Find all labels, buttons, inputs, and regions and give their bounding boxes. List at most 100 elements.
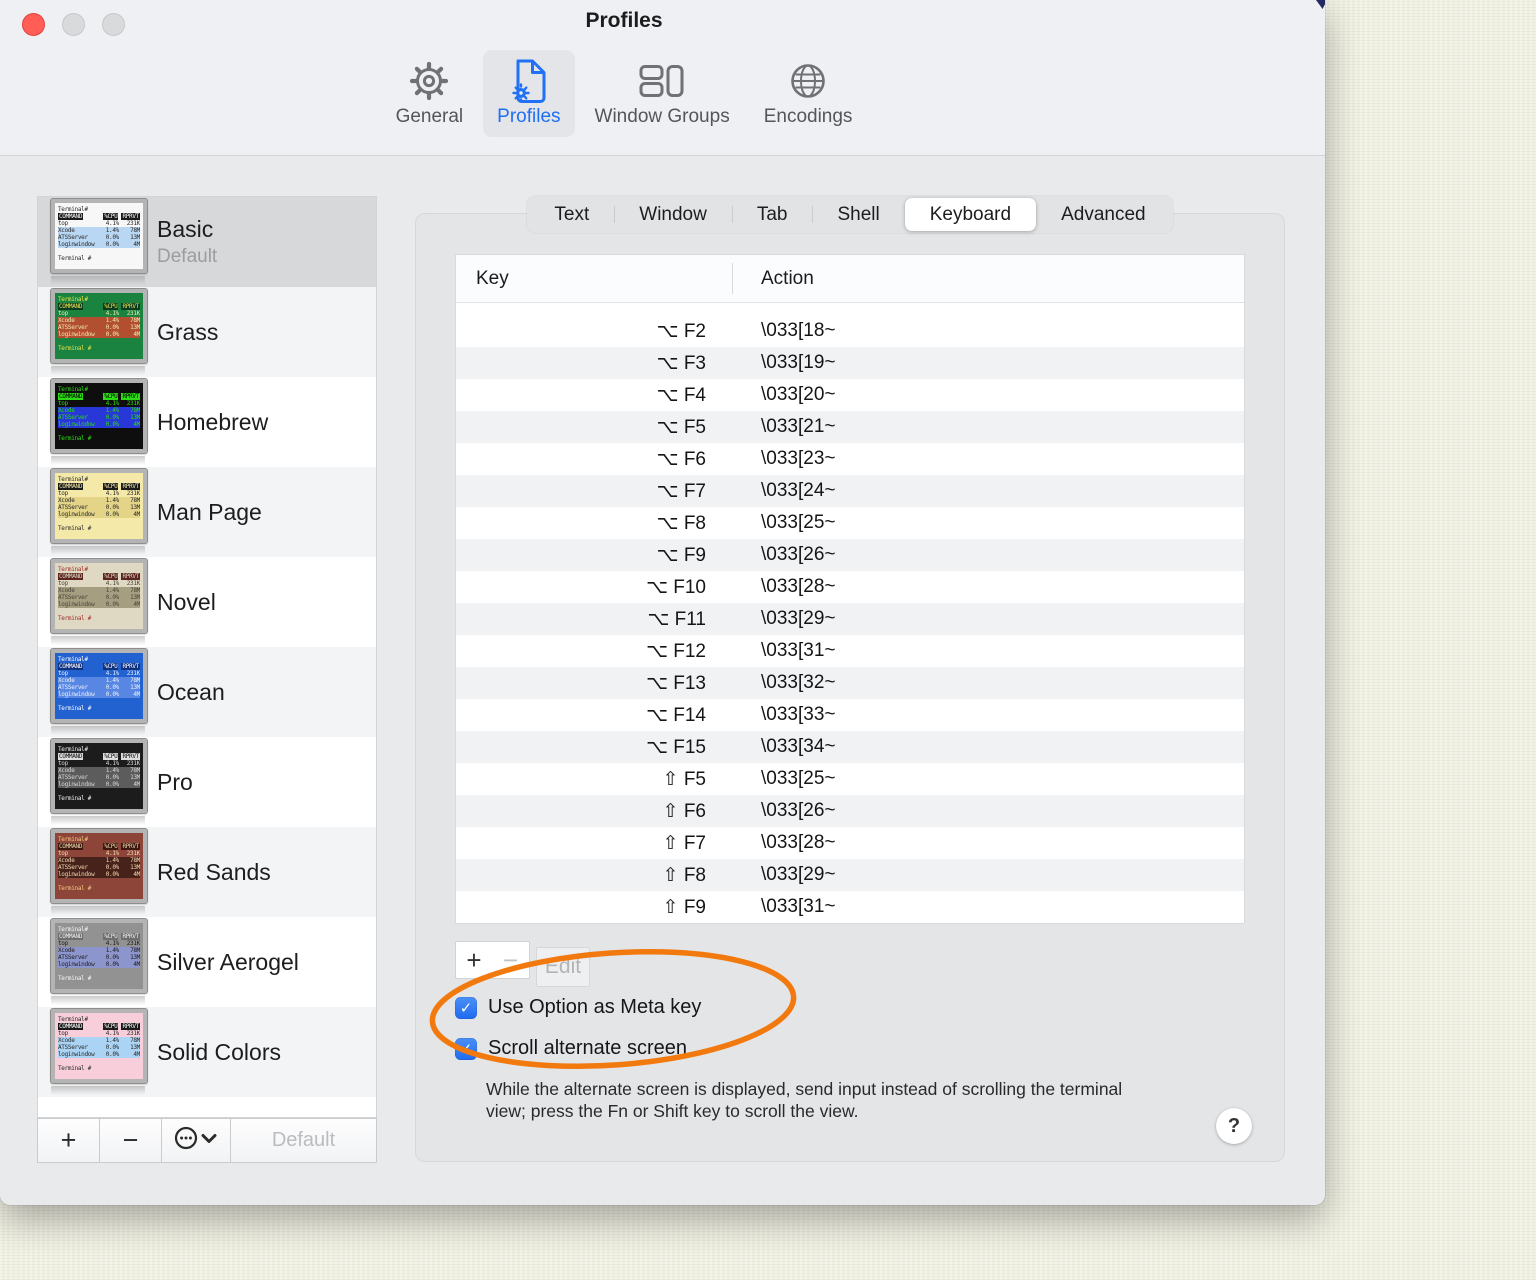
key-binding-row[interactable]: ⌥ F12 \033[31~ [456, 635, 1244, 667]
thumb-line: COMMAND %CPU RPRVT [58, 483, 140, 490]
thumb-line: loginwindow 0.0% 4M [58, 241, 140, 248]
key-binding-row[interactable]: ⌥ F8 \033[25~ [456, 507, 1244, 539]
thumb-cell: top [58, 490, 68, 497]
scroll-alternate-screen-footnote: While the alternate screen is displayed,… [486, 1079, 1123, 1121]
profile-texts: Ocean [157, 679, 225, 706]
profile-thumbnail: Terminal# COMMAND %CPU RPRVT top 4.1% 231K Xcod… [50, 738, 148, 825]
profile-row-solid-colors[interactable]: Terminal# COMMAND %CPU RPRVT top 4.1% 231K Xcod… [38, 1007, 376, 1097]
toolbar-item-label: Encodings [763, 106, 853, 127]
binding-action: \033[31~ [761, 896, 836, 917]
tab-advanced[interactable]: Advanced [1036, 198, 1171, 231]
key-binding-row[interactable]: ⌥ F10 \033[28~ [456, 571, 1244, 603]
thumb-line: top 4.1% 231K [58, 850, 140, 857]
profile-row-ocean[interactable]: Terminal# COMMAND %CPU RPRVT top 4.1% 231K Xcod… [38, 647, 376, 737]
key-binding-row[interactable]: ⌥ F3 \033[19~ [456, 347, 1244, 379]
profile-actions-menu-button[interactable] [162, 1119, 231, 1162]
thumb-line: ATSServer 0.0% 13M [58, 594, 140, 601]
toolbar-item-profiles[interactable]: Profiles [483, 50, 575, 137]
key-binding-row[interactable]: ⌥ F13 \033[32~ [456, 667, 1244, 699]
key-binding-row[interactable]: ⇧ F5 \033[25~ [456, 763, 1244, 795]
binding-action: \033[24~ [761, 480, 836, 501]
thumb-cell: Xcode [58, 767, 75, 774]
checkbox-use-option-as-meta-key[interactable]: ✓ Use Option as Meta key [455, 996, 701, 1019]
add-profile-button[interactable]: + [38, 1119, 100, 1162]
binding-action: \033[26~ [761, 544, 836, 565]
thumb-cell: ATSServer [58, 324, 88, 331]
profile-name: Man Page [157, 498, 262, 525]
checkmark-icon[interactable]: ✓ [455, 996, 477, 1019]
key-binding-row[interactable]: ⌥ F11 \033[29~ [456, 603, 1244, 635]
thumb-cell: 0.0% [105, 961, 119, 968]
toolbar-item-window-groups[interactable]: Window Groups [581, 50, 744, 137]
toolbar-item-encodings[interactable]: Encodings [750, 50, 867, 137]
thumb-text: Terminal# [58, 566, 88, 573]
thumb-cell: top [58, 1030, 68, 1037]
thumb-text: Terminal# [58, 206, 88, 213]
thumb-header-cell: RPRVT [121, 213, 140, 220]
key-binding-row[interactable]: ⌥ F7 \033[24~ [456, 475, 1244, 507]
thumb-cell: loginwindow [58, 1051, 95, 1058]
thumb-header-cell: COMMAND [58, 573, 84, 580]
profile-thumbnail: Terminal# COMMAND %CPU RPRVT top 4.1% 231K Xcod… [50, 558, 148, 645]
thumb-text: Terminal # [58, 345, 92, 352]
thumb-header-cell: %CPU [103, 393, 119, 400]
checkbox-scroll-alternate-screen[interactable]: ✓ Scroll alternate screen [455, 1037, 687, 1060]
profile-row-homebrew[interactable]: Terminal# COMMAND %CPU RPRVT top 4.1% 231K Xcod… [38, 377, 376, 467]
thumb-line: Terminal # [58, 525, 140, 532]
tab-shell[interactable]: Shell [812, 198, 904, 231]
thumb-header-cell: COMMAND [58, 1023, 84, 1030]
thumb-spacer [83, 843, 103, 850]
tab-text[interactable]: Text [529, 198, 614, 231]
set-default-profile-button[interactable]: Default [231, 1119, 376, 1162]
profiles-preferences-window: Profiles General Profiles Window Groups … [0, 0, 1325, 1205]
profile-name: Homebrew [157, 408, 269, 435]
toolbar-item-general[interactable]: General [382, 50, 478, 137]
key-binding-row[interactable]: ⌥ F9 \033[26~ [456, 539, 1244, 571]
key-binding-row[interactable]: ⇧ F8 \033[29~ [456, 859, 1244, 891]
key-binding-row[interactable]: ⌥ F14 \033[33~ [456, 699, 1244, 731]
remove-profile-button[interactable]: − [100, 1119, 162, 1162]
thumb-cell: 1.4% [105, 497, 119, 504]
thumb-text [58, 698, 140, 705]
thumb-line: loginwindow 0.0% 4M [58, 421, 140, 428]
thumb-line: Terminal # [58, 975, 140, 982]
key-binding-row[interactable]: ⌥ F6 \033[23~ [456, 443, 1244, 475]
checkbox-label: Use Option as Meta key [488, 996, 702, 1018]
checkmark-icon[interactable]: ✓ [455, 1037, 477, 1060]
profile-row-grass[interactable]: Terminal# COMMAND %CPU RPRVT top 4.1% 231K Xcod… [38, 287, 376, 377]
thumb-text [58, 518, 140, 525]
profile-row-pro[interactable]: Terminal# COMMAND %CPU RPRVT top 4.1% 231K Xcod… [38, 737, 376, 827]
profile-name: Grass [157, 318, 219, 345]
tab-tab[interactable]: Tab [731, 198, 813, 231]
key-binding-row[interactable]: ⇧ F9 \033[31~ [456, 891, 1244, 923]
key-binding-row[interactable]: ⌥ F2 \033[18~ [456, 315, 1244, 347]
help-button[interactable]: ? [1216, 1108, 1252, 1144]
profile-row-novel[interactable]: Terminal# COMMAND %CPU RPRVT top 4.1% 231K Xcod… [38, 557, 376, 647]
key-binding-row[interactable]: ⇧ F6 \033[26~ [456, 795, 1244, 827]
thumb-line: Terminal# [58, 476, 140, 483]
thumb-spacer [83, 753, 103, 760]
profile-row-basic[interactable]: Terminal# COMMAND %CPU RPRVT top 4.1% 231K Xcod… [38, 197, 376, 287]
thumb-header-cell: %CPU [103, 213, 119, 220]
tab-keyboard[interactable]: Keyboard [904, 198, 1037, 231]
key-binding-row[interactable]: ⌥ F15 \033[34~ [456, 731, 1244, 763]
preferences-toolbar: General Profiles Window Groups Encodings [0, 50, 1248, 137]
key-binding-row[interactable]: ⌥ F4 \033[20~ [456, 379, 1244, 411]
profile-row-red-sands[interactable]: Terminal# COMMAND %CPU RPRVT top 4.1% 231K Xcod… [38, 827, 376, 917]
thumb-cell: Xcode [58, 947, 75, 954]
thumb-cell: top [58, 400, 68, 407]
action-column-header[interactable]: Action [761, 268, 814, 290]
profile-row-man-page[interactable]: Terminal# COMMAND %CPU RPRVT top 4.1% 231K Xcod… [38, 467, 376, 557]
edit-binding-button[interactable]: Edit [536, 947, 590, 987]
thumb-line: ATSServer 0.0% 13M [58, 234, 140, 241]
key-column-header[interactable]: Key [456, 268, 509, 290]
thumb-cell: 13M [130, 774, 140, 781]
terminal-preview-icon: Terminal# COMMAND %CPU RPRVT top 4.1% 231K Xcod… [50, 558, 148, 634]
add-binding-button[interactable]: + [455, 941, 493, 979]
remove-binding-button[interactable]: − [492, 941, 530, 979]
binding-action: \033[20~ [761, 384, 836, 405]
key-binding-row[interactable]: ⇧ F7 \033[28~ [456, 827, 1244, 859]
tab-window[interactable]: Window [614, 198, 732, 231]
profile-row-silver-aerogel[interactable]: Terminal# COMMAND %CPU RPRVT top 4.1% 231K Xcod… [38, 917, 376, 1007]
key-binding-row[interactable]: ⌥ F5 \033[21~ [456, 411, 1244, 443]
